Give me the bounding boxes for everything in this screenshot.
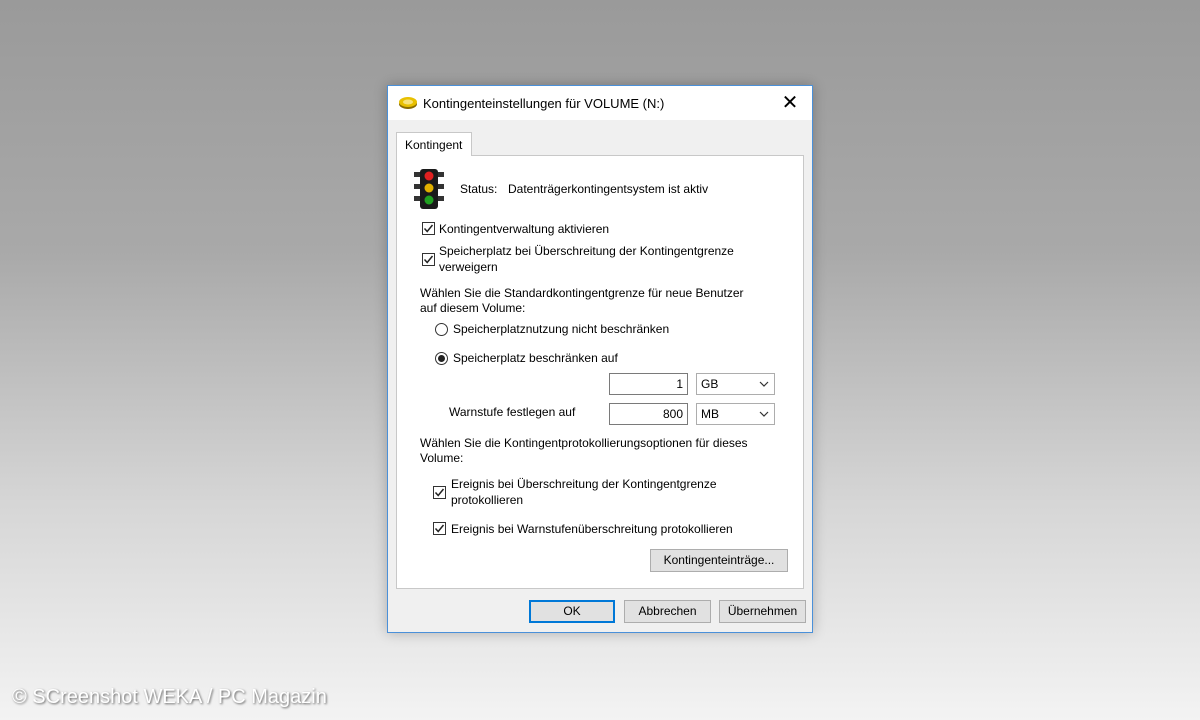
logging-heading-line2: Volume: [420, 451, 464, 465]
title-bar[interactable]: Kontingenteinstellungen für VOLUME (N:) … [388, 86, 812, 120]
traffic-light-icon [414, 169, 444, 209]
no-limit-radio[interactable] [435, 323, 448, 336]
default-limit-heading-line2: auf diesem Volume: [420, 301, 526, 315]
warning-label: Warnstufe festlegen auf [449, 405, 576, 419]
status-value: Datenträgerkontingentsystem ist aktiv [508, 182, 709, 196]
radio-selected-dot [438, 355, 445, 362]
warning-unit-select[interactable]: MB [696, 403, 775, 425]
window-title: Kontingenteinstellungen für VOLUME (N:) [423, 96, 665, 111]
checkmark-icon [423, 224, 434, 233]
checkmark-icon [423, 255, 434, 264]
limit-value-input[interactable]: 1 [609, 373, 688, 395]
chevron-down-icon [759, 381, 769, 387]
enable-quota-label[interactable]: Kontingentverwaltung aktivieren [439, 222, 609, 237]
deny-space-label-line2[interactable]: verweigern [439, 260, 498, 275]
quota-settings-dialog: Kontingenteinstellungen für VOLUME (N:) … [387, 85, 813, 633]
deny-space-label-line1[interactable]: Speicherplatz bei Überschreitung der Kon… [439, 244, 734, 259]
limit-unit-select[interactable]: GB [696, 373, 775, 395]
enable-quota-checkbox[interactable] [422, 222, 435, 235]
tab-kontingent[interactable]: Kontingent [396, 132, 472, 156]
log-limit-label-line2[interactable]: protokollieren [451, 493, 523, 508]
status-label: Status: [460, 182, 498, 196]
tab-label: Kontingent [405, 138, 463, 152]
apply-button[interactable]: Übernehmen [719, 600, 806, 623]
ok-button[interactable]: OK [529, 600, 615, 623]
limit-label[interactable]: Speicherplatz beschränken auf [453, 351, 618, 366]
chevron-down-icon [759, 411, 769, 417]
logging-heading-line1: Wählen Sie die Kontingentprotokollierung… [420, 436, 748, 450]
log-limit-label-line1[interactable]: Ereignis bei Überschreitung der Kontinge… [451, 477, 717, 492]
log-warning-checkbox[interactable] [433, 522, 446, 535]
log-warning-label[interactable]: Ereignis bei Warnstufenüberschreitung pr… [451, 522, 733, 537]
copyright-watermark: © SCreenshot WEKA / PC Magazin [12, 686, 327, 708]
drive-icon [399, 97, 417, 109]
warning-unit-value: MB [701, 407, 719, 421]
quota-entries-button[interactable]: Kontingenteinträge... [650, 549, 788, 572]
log-limit-checkbox[interactable] [433, 486, 446, 499]
close-button[interactable]: ✕ [768, 86, 812, 120]
checkmark-icon [434, 524, 445, 533]
limit-radio[interactable] [435, 352, 448, 365]
default-limit-heading-line1: Wählen Sie die Standardkontingentgrenze … [420, 286, 744, 300]
close-icon: ✕ [781, 92, 799, 114]
warning-value-input[interactable]: 800 [609, 403, 688, 425]
checkmark-icon [434, 488, 445, 497]
deny-space-checkbox[interactable] [422, 253, 435, 266]
cancel-button[interactable]: Abbrechen [624, 600, 711, 623]
limit-unit-value: GB [701, 377, 719, 391]
no-limit-label[interactable]: Speicherplatznutzung nicht beschränken [453, 322, 669, 337]
